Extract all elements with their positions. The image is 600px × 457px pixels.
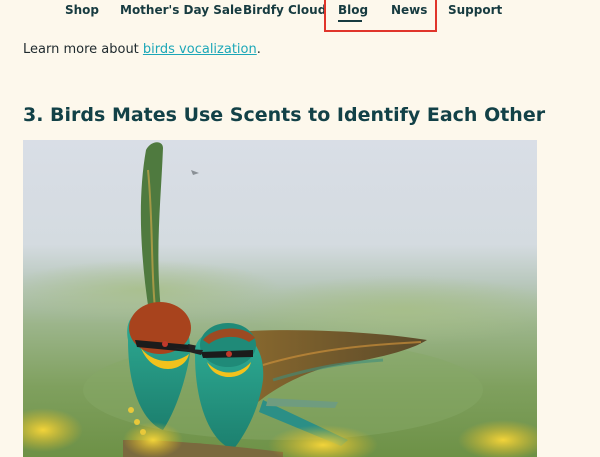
nav-item-blog[interactable]: Blog (338, 3, 368, 17)
nav-item-shop[interactable]: Shop (65, 3, 99, 17)
section-heading: 3. Birds Mates Use Scents to Identify Ea… (23, 104, 546, 126)
intro-suffix: . (256, 42, 261, 57)
blog-page: Shop Mother's Day Sale Birdfy Cloud Blog… (0, 0, 600, 457)
intro-paragraph: Learn more about birds vocalization. (23, 41, 261, 59)
top-navigation: Shop Mother's Day Sale Birdfy Cloud Blog… (0, 0, 600, 24)
bee-eaters-photo (23, 140, 537, 457)
birds-vocalization-link[interactable]: birds vocalization (143, 42, 257, 57)
nav-item-birdfy-cloud[interactable]: Birdfy Cloud (243, 3, 326, 17)
intro-prefix: Learn more about (23, 42, 143, 57)
nav-item-news[interactable]: News (391, 3, 427, 17)
nav-item-support[interactable]: Support (448, 3, 502, 17)
nav-item-mothers-day-sale[interactable]: Mother's Day Sale (120, 3, 242, 17)
active-nav-underline (338, 20, 362, 22)
